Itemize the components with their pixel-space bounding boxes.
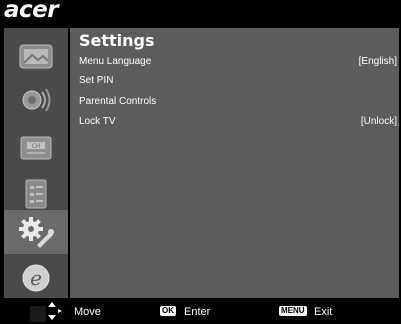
sound-icon — [22, 88, 51, 112]
menu-item-lock-tv[interactable]: Lock TV [Unlock] — [79, 116, 397, 130]
sidebar-item-channel[interactable]: CH — [4, 126, 68, 170]
exit-hint: Exit — [314, 306, 333, 318]
menu-item-label: Menu Language — [79, 56, 152, 67]
menu-item-parental-controls[interactable]: Parental Controls — [79, 96, 397, 110]
svg-text:CH: CH — [32, 143, 41, 150]
menu-item-value: [English] — [358, 56, 397, 67]
menu-item-value: [Unlock] — [360, 116, 397, 127]
footer-hints: Move OK Enter MENU Exit — [0, 298, 401, 324]
menu-item-label: Parental Controls — [79, 96, 157, 107]
enter-hint: Enter — [184, 306, 211, 318]
sidebar: CH e — [4, 28, 68, 298]
sidebar-item-picture[interactable] — [4, 34, 68, 78]
gear-icon — [19, 217, 54, 248]
menu-item-label: Set PIN — [79, 75, 114, 86]
navigation-arrows-icon — [30, 302, 62, 322]
acer-logo: acer — [4, 0, 59, 23]
menu-item-label: Lock TV — [79, 116, 116, 127]
sidebar-item-e[interactable]: e — [4, 256, 68, 300]
menu-key-icon: MENU — [279, 306, 307, 316]
page-title: Settings — [79, 31, 155, 50]
top-bar: acer — [0, 0, 401, 28]
checklist-icon — [25, 179, 47, 209]
sidebar-item-settings[interactable] — [4, 210, 68, 254]
picture-icon — [19, 44, 53, 69]
ok-key-icon: OK — [160, 306, 176, 316]
svg-text:e: e — [30, 266, 42, 290]
e-icon: e — [22, 264, 50, 292]
menu-item-set-pin[interactable]: Set PIN — [79, 75, 397, 89]
sidebar-item-sound[interactable] — [4, 78, 68, 122]
menu-item-menu-language[interactable]: Menu Language [English] — [79, 56, 397, 70]
channel-icon: CH — [20, 136, 52, 160]
move-hint: Move — [74, 306, 101, 318]
